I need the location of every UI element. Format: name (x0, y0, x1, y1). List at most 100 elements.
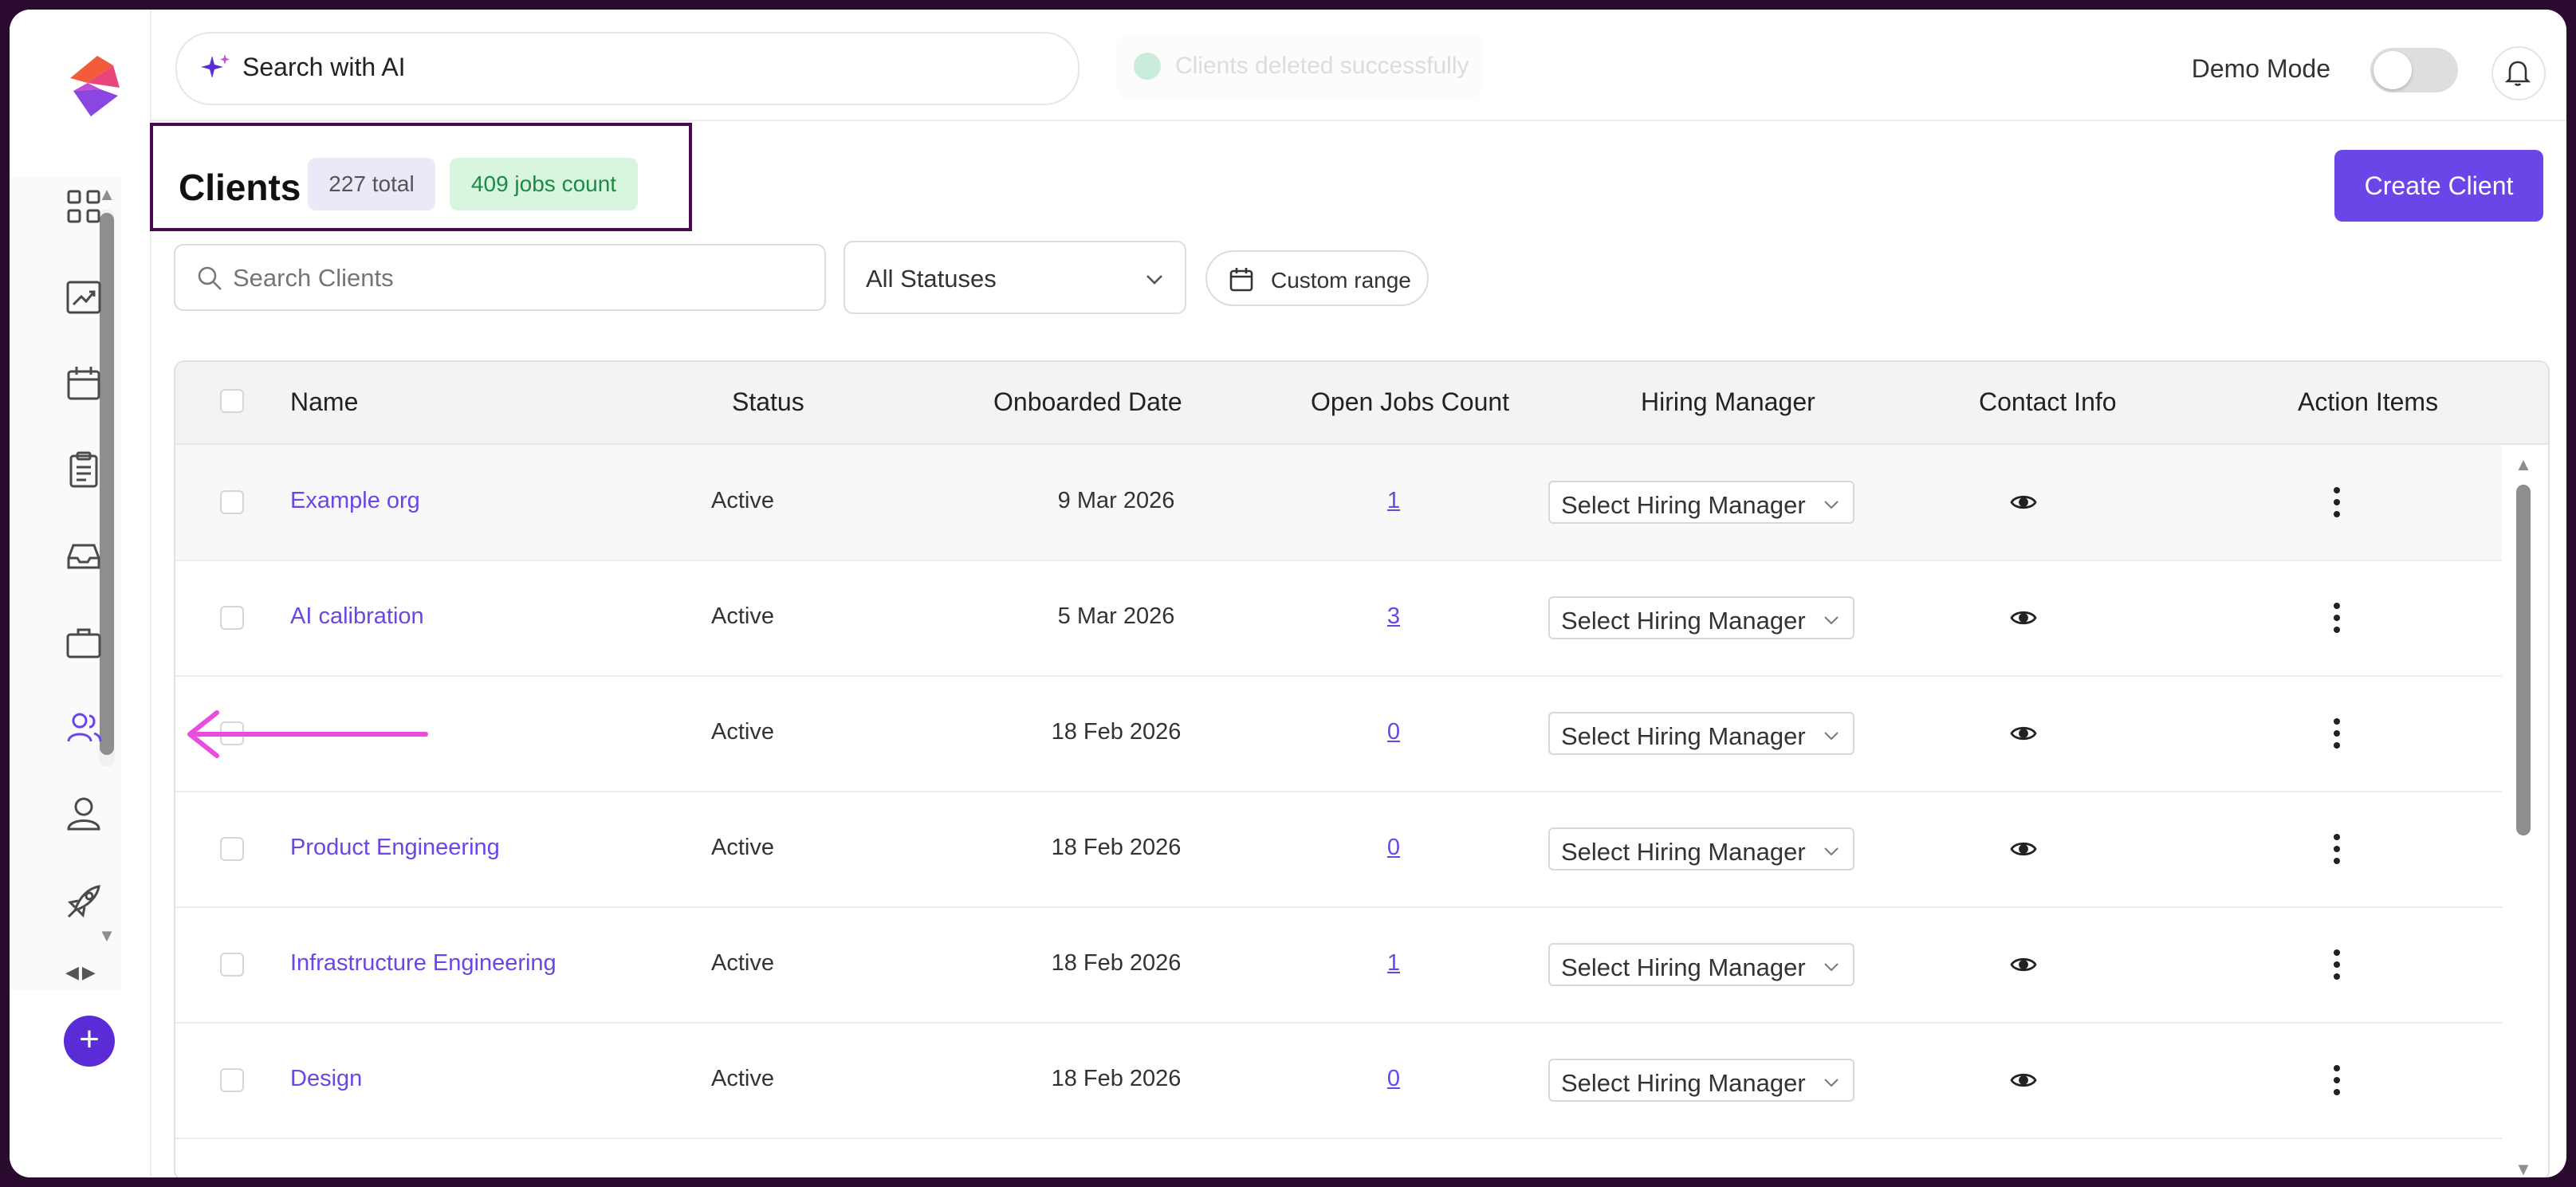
sidebar-resize-icon[interactable]: ◀▶ (65, 962, 99, 983)
success-check-icon (1134, 53, 1161, 80)
row-checkbox[interactable] (220, 490, 244, 514)
calendar-icon (1229, 268, 1253, 292)
more-actions-icon[interactable] (2331, 717, 2342, 749)
chevron-down-icon (1824, 501, 1839, 509)
table-row: AI calibration Active 5 Mar 2026 3 Selec… (175, 560, 2502, 677)
select-all-checkbox[interactable] (220, 389, 244, 413)
open-jobs-link[interactable]: 1 (1378, 488, 1410, 514)
ai-search-label: Search with AI (242, 53, 406, 81)
more-actions-icon[interactable] (2331, 602, 2342, 634)
briefcase-icon[interactable] (64, 622, 105, 663)
status-filter-value: All Statuses (866, 265, 997, 293)
table-row: Infrastructure Engineering Active 18 Feb… (175, 907, 2502, 1024)
column-header-onboarded-date[interactable]: Onboarded Date (993, 387, 1182, 417)
add-button[interactable]: + (64, 1016, 115, 1067)
open-jobs-link[interactable]: 0 (1378, 835, 1410, 861)
table-row: Example org Active 9 Mar 2026 1 Select H… (175, 445, 2502, 561)
toast-notification: Clients deleted successfully (1116, 33, 1483, 99)
eye-icon[interactable] (2009, 1066, 2038, 1095)
search-icon (198, 266, 222, 290)
ai-search-bar[interactable]: Search with AI (175, 32, 1080, 105)
top-bar: Search with AI Clients deleted successfu… (151, 10, 2566, 121)
clients-users-icon[interactable] (64, 708, 105, 749)
column-header-name[interactable]: Name (290, 387, 358, 417)
status-filter-select[interactable]: All Statuses (844, 241, 1186, 314)
column-header-contact-info: Contact Info (1979, 387, 2117, 416)
table-scroll-up-icon[interactable]: ▲ (2513, 454, 2534, 475)
more-actions-icon[interactable] (2331, 833, 2342, 865)
chevron-down-icon (1824, 1079, 1839, 1087)
hiring-manager-value: Select Hiring Manager (1561, 838, 1806, 866)
client-name-link[interactable]: Example org (290, 488, 420, 514)
more-actions-icon[interactable] (2331, 486, 2342, 518)
eye-icon[interactable] (2009, 950, 2038, 979)
hiring-manager-value: Select Hiring Manager (1561, 953, 1806, 981)
client-name-link[interactable]: Design (290, 1066, 362, 1092)
chevron-down-icon (1824, 732, 1839, 741)
table-scroll-down-icon[interactable]: ▼ (2513, 1159, 2534, 1177)
eye-icon[interactable] (2009, 835, 2038, 863)
hiring-manager-value: Select Hiring Manager (1561, 607, 1806, 635)
hiring-manager-select[interactable]: Select Hiring Manager (1548, 943, 1854, 986)
row-checkbox[interactable] (220, 606, 244, 630)
table-scrollbar[interactable] (2516, 485, 2531, 835)
onboarded-date: 18 Feb 2026 (1051, 719, 1182, 745)
chevron-down-icon (1824, 616, 1839, 625)
client-status: Active (711, 488, 774, 513)
table-row: Product Engineering Active 18 Feb 2026 0… (175, 792, 2502, 908)
open-jobs-link[interactable]: 0 (1378, 719, 1410, 745)
column-header-hiring-manager[interactable]: Hiring Manager (1641, 387, 1815, 417)
open-jobs-link[interactable]: 0 (1378, 1066, 1410, 1092)
notifications-button[interactable] (2491, 46, 2546, 100)
custom-range-button[interactable]: Custom range (1205, 250, 1429, 306)
dashboard-grid-icon[interactable] (64, 187, 105, 228)
clipboard-icon[interactable] (64, 450, 105, 491)
row-checkbox[interactable] (220, 837, 244, 861)
column-header-action-items: Action Items (2298, 387, 2439, 416)
sidebar: ▲ ▼ ◀▶ + (10, 10, 151, 1177)
row-checkbox[interactable] (220, 1068, 244, 1092)
chevron-down-icon (1824, 847, 1839, 856)
column-header-open-jobs[interactable]: Open Jobs Count (1311, 387, 1509, 417)
inbox-icon[interactable] (64, 536, 105, 577)
onboarded-date: 18 Feb 2026 (1051, 835, 1182, 860)
create-client-button[interactable]: Create Client (2334, 150, 2543, 222)
rocket-icon[interactable] (64, 882, 105, 923)
demo-mode-toggle[interactable] (2370, 48, 2458, 92)
client-name-link[interactable]: Infrastructure Engineering (290, 950, 556, 977)
search-clients-input[interactable] (231, 258, 808, 298)
annotation-arrow (187, 710, 428, 758)
column-header-status[interactable]: Status (732, 387, 804, 417)
open-jobs-link[interactable]: 3 (1378, 603, 1410, 630)
client-status: Active (711, 950, 774, 976)
client-name-link[interactable]: AI calibration (290, 603, 424, 630)
more-actions-icon[interactable] (2331, 1064, 2342, 1096)
row-checkbox[interactable] (220, 953, 244, 977)
total-count-badge: 227 total (308, 158, 435, 210)
demo-mode-label: Demo Mode (2191, 54, 2330, 83)
search-clients-field[interactable] (174, 244, 826, 311)
eye-icon[interactable] (2009, 488, 2038, 517)
hiring-manager-value: Select Hiring Manager (1561, 1069, 1806, 1097)
open-jobs-link[interactable]: 1 (1378, 950, 1410, 977)
calendar-icon[interactable] (64, 364, 105, 405)
more-actions-icon[interactable] (2331, 949, 2342, 981)
hiring-manager-select[interactable]: Select Hiring Manager (1548, 827, 1854, 871)
table-row: Design Active 18 Feb 2026 0 Select Hirin… (175, 1023, 2502, 1139)
scroll-down-icon[interactable]: ▼ (97, 926, 116, 945)
chevron-down-icon (1824, 963, 1839, 972)
analytics-chart-icon[interactable] (64, 277, 105, 319)
hiring-manager-select[interactable]: Select Hiring Manager (1548, 596, 1854, 639)
client-name-link[interactable]: Product Engineering (290, 835, 500, 861)
eye-icon[interactable] (2009, 719, 2038, 748)
user-icon[interactable] (64, 794, 105, 835)
hiring-manager-select[interactable]: Select Hiring Manager (1548, 481, 1854, 524)
hiring-manager-select[interactable]: Select Hiring Manager (1548, 712, 1854, 755)
eye-icon[interactable] (2009, 603, 2038, 632)
onboarded-date: 18 Feb 2026 (1051, 1066, 1182, 1091)
toast-message: Clients deleted successfully (1175, 53, 1469, 79)
hiring-manager-select[interactable]: Select Hiring Manager (1548, 1059, 1854, 1102)
app-logo[interactable] (56, 48, 132, 124)
hiring-manager-value: Select Hiring Manager (1561, 722, 1806, 750)
onboarded-date: 18 Feb 2026 (1051, 950, 1182, 976)
